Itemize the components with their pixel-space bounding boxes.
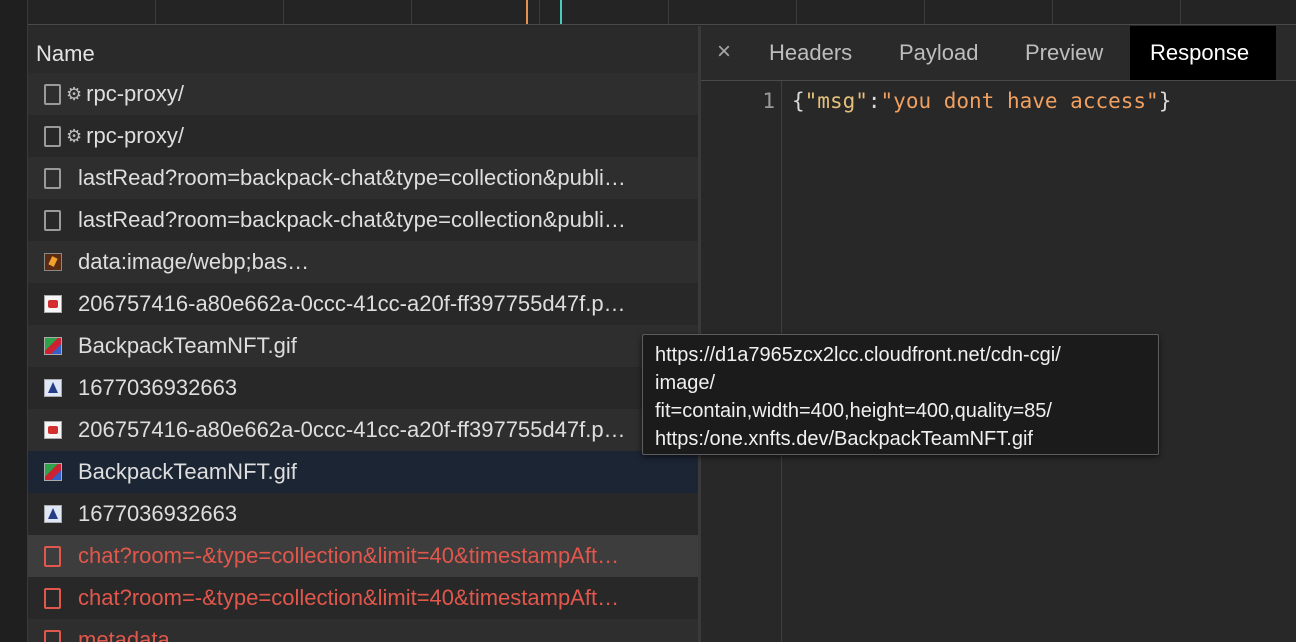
doc-error-icon (44, 545, 61, 567)
request-row-error[interactable]: chat?room=-&type=collection&limit=40&tim… (28, 577, 698, 619)
json-string-value: "you dont have access" (880, 89, 1159, 113)
request-name: 206757416-a80e662a-0ccc-41cc-a20f-ff3977… (78, 417, 626, 442)
request-name: chat?room=-&type=collection&limit=40&tim… (78, 543, 620, 568)
tooltip-line: https:/one.xnfts.dev/BackpackTeamNFT.gif (655, 428, 1033, 450)
timeline-gridline (283, 0, 284, 24)
doc-error-icon (44, 587, 61, 609)
request-name: BackpackTeamNFT.gif (78, 459, 297, 484)
network-timeline-overview[interactable] (28, 0, 1296, 25)
gif-image-icon (44, 463, 62, 481)
request-row[interactable]: lastRead?room=backpack-chat&type=collect… (28, 199, 698, 241)
response-body[interactable]: {"msg":"you dont have access"} (792, 89, 1171, 113)
png-image-icon (44, 295, 62, 313)
left-gutter (0, 0, 28, 642)
doc-icon (44, 209, 61, 231)
request-name: 1677036932663 (78, 375, 238, 400)
gear-icon: ⚙ (66, 125, 83, 146)
timeline-dom-content-loaded-marker (526, 0, 528, 24)
doc-icon (44, 125, 61, 147)
tab-payload[interactable]: Payload (879, 26, 999, 80)
logo-image-icon (44, 505, 62, 523)
request-name: rpc-proxy/ (86, 81, 184, 106)
gear-icon: ⚙ (66, 83, 83, 104)
tab-response[interactable]: Response (1130, 26, 1276, 80)
request-name: 1677036932663 (78, 501, 238, 526)
logo-image-icon (44, 379, 62, 397)
timeline-gridline (796, 0, 797, 24)
request-row-error[interactable]: chat?room=-&type=collection&limit=40&tim… (28, 535, 698, 577)
json-brace-open: { (792, 89, 805, 113)
request-row[interactable]: 206757416-a80e662a-0ccc-41cc-a20f-ff3977… (28, 283, 698, 325)
request-name: lastRead?room=backpack-chat&type=collect… (78, 165, 626, 190)
request-row-error[interactable]: metadata (28, 619, 698, 642)
tooltip-line: image/ (655, 372, 716, 394)
request-row[interactable]: ⚙ rpc-proxy/ (28, 73, 698, 115)
json-colon: : (867, 89, 881, 113)
timeline-gridline (1180, 0, 1181, 24)
request-name: chat?room=-&type=collection&limit=40&tim… (78, 585, 620, 610)
timeline-load-marker (560, 0, 562, 24)
timeline-gridline (155, 0, 156, 24)
timeline-gridline (411, 0, 412, 24)
request-row[interactable]: 1677036932663 (28, 493, 698, 535)
timeline-gridline (668, 0, 669, 24)
request-row[interactable]: data:image/webp;bas… (28, 241, 698, 283)
request-name: BackpackTeamNFT.gif (78, 333, 297, 358)
tab-headers[interactable]: Headers (749, 26, 872, 80)
close-icon[interactable]: × (717, 38, 731, 66)
request-row[interactable]: BackpackTeamNFT.gif (28, 325, 698, 367)
name-column-label: Name (36, 41, 95, 66)
detail-tab-bar: × Headers Payload Preview Response (701, 26, 1296, 81)
request-row[interactable]: 206757416-a80e662a-0ccc-41cc-a20f-ff3977… (28, 409, 698, 451)
request-name: metadata (78, 627, 170, 642)
timeline-gridline (924, 0, 925, 24)
gif-image-icon (44, 337, 62, 355)
tooltip-line: https://d1a7965zcx2lcc.cloudfront.net/cd… (655, 344, 1061, 366)
json-key: "msg" (804, 89, 868, 113)
png-image-icon (44, 421, 62, 439)
request-name: rpc-proxy/ (86, 123, 184, 148)
doc-icon (44, 83, 61, 105)
tab-preview[interactable]: Preview (1005, 26, 1123, 80)
request-row[interactable]: lastRead?room=backpack-chat&type=collect… (28, 157, 698, 199)
request-name: 206757416-a80e662a-0ccc-41cc-a20f-ff3977… (78, 291, 626, 316)
doc-error-icon (44, 629, 61, 642)
doc-icon (44, 167, 61, 189)
tooltip-line: fit=contain,width=400,height=400,quality… (655, 400, 1052, 422)
request-list: Name ⚙ rpc-proxy/ ⚙ rpc-proxy/ lastRead?… (28, 26, 698, 642)
webp-image-icon (44, 253, 62, 271)
timeline-gridline (1052, 0, 1053, 24)
json-brace-close: } (1158, 89, 1172, 113)
request-name: data:image/webp;bas… (78, 249, 310, 274)
url-tooltip: https://d1a7965zcx2lcc.cloudfront.net/cd… (642, 334, 1159, 455)
line-number: 1 (762, 89, 775, 113)
request-row[interactable]: 1677036932663 (28, 367, 698, 409)
devtools-network-panel: Name ⚙ rpc-proxy/ ⚙ rpc-proxy/ lastRead?… (0, 0, 1296, 642)
timeline-gridline (539, 0, 540, 24)
request-rows: ⚙ rpc-proxy/ ⚙ rpc-proxy/ lastRead?room=… (28, 73, 698, 642)
request-row-selected[interactable]: BackpackTeamNFT.gif (28, 451, 698, 493)
request-name: lastRead?room=backpack-chat&type=collect… (78, 207, 626, 232)
request-row[interactable]: ⚙ rpc-proxy/ (28, 115, 698, 157)
